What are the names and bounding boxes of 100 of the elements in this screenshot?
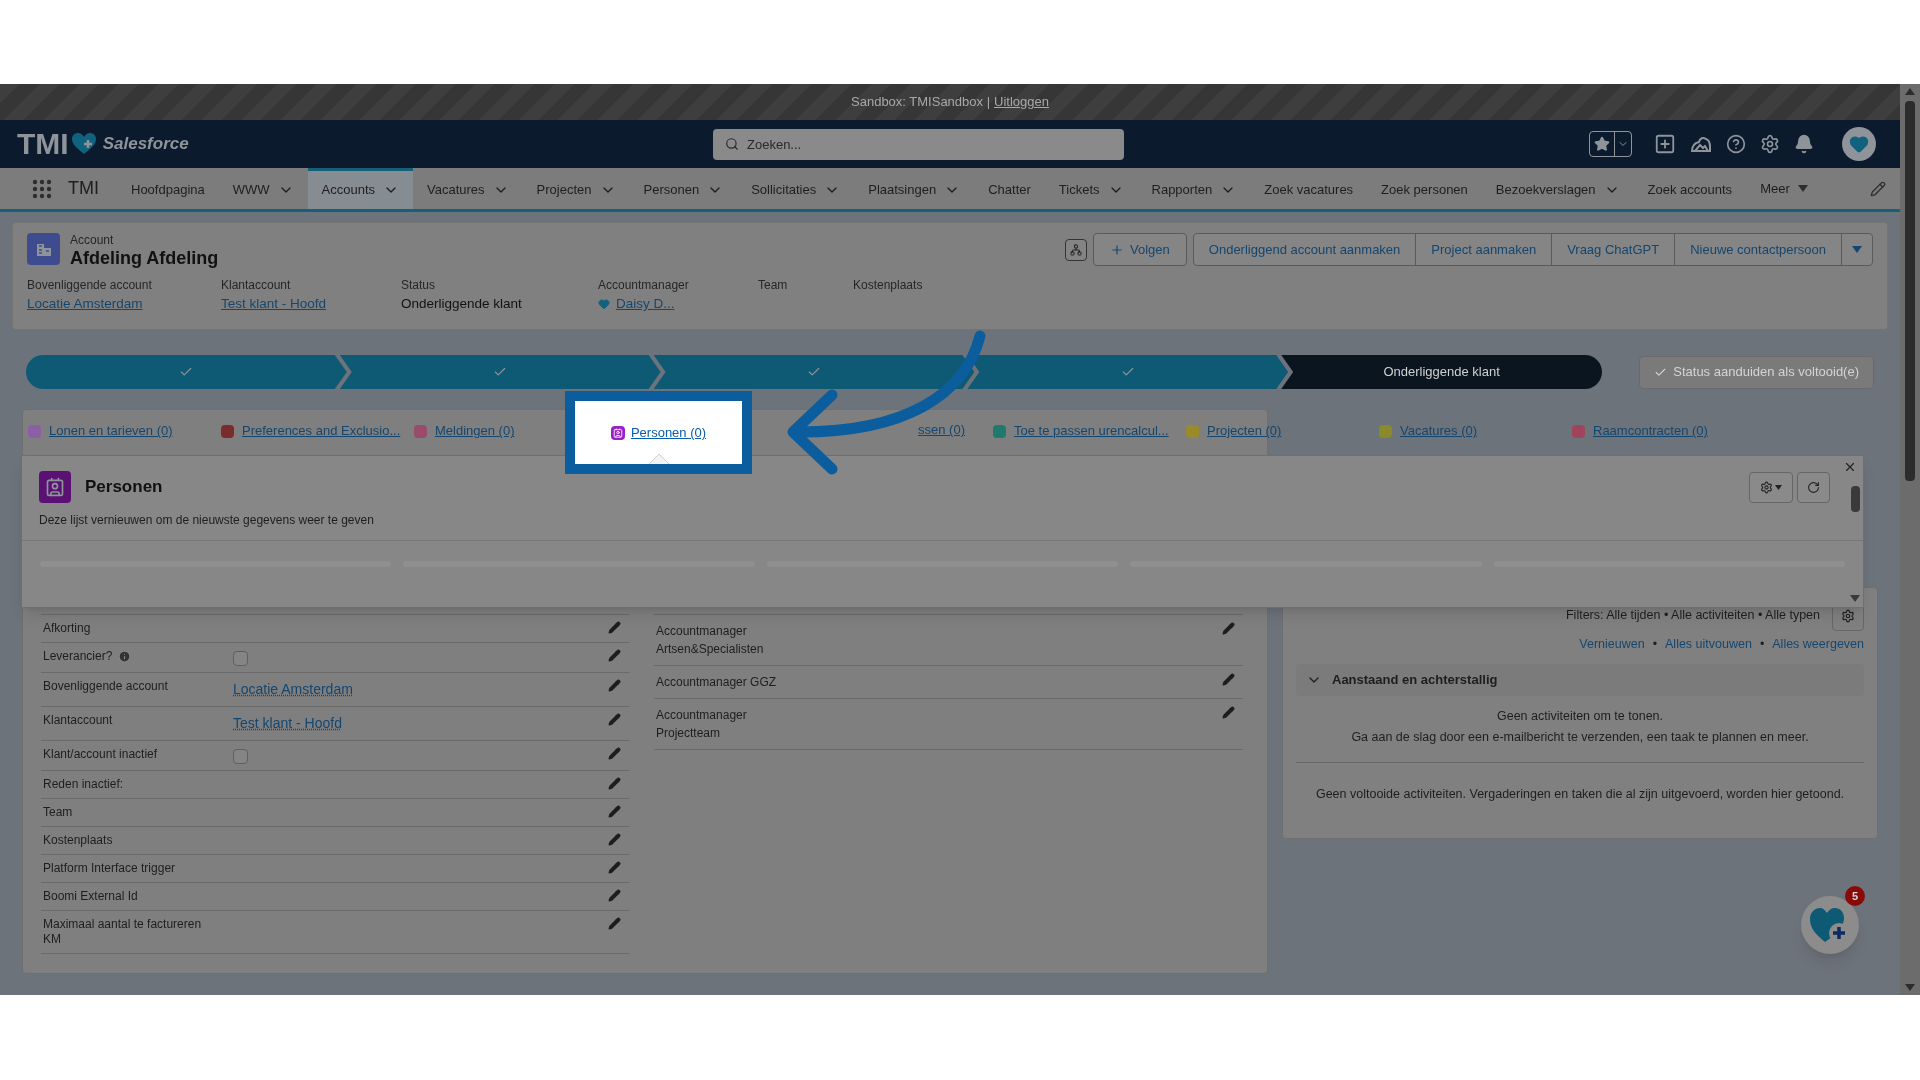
edit-icon[interactable] bbox=[608, 889, 621, 902]
nav-tab[interactable]: Zoek accounts bbox=[1633, 168, 1747, 209]
empty-message: Ga aan de slag door een e-mailbericht te verzenden, een taak te plannen en meer. bbox=[1351, 728, 1809, 746]
activity-link[interactable]: Vernieuwen bbox=[1579, 635, 1645, 654]
favorites-button[interactable] bbox=[1589, 131, 1632, 157]
activity-link[interactable]: Alles weergeven bbox=[1772, 635, 1864, 654]
field-label: Klant/account inactief bbox=[43, 747, 158, 762]
nav-tab[interactable]: Personen bbox=[629, 168, 738, 209]
edit-icon[interactable] bbox=[608, 777, 621, 790]
nav-tab[interactable]: Plaatsingen bbox=[854, 168, 975, 209]
contact-card-icon bbox=[39, 471, 71, 503]
edit-icon[interactable] bbox=[1222, 706, 1235, 719]
action-button[interactable]: Nieuwe contactpersoon bbox=[1675, 234, 1842, 265]
mark-status-complete-button: Status aanduiden als voltooid(e) bbox=[1639, 355, 1874, 389]
path-step[interactable]: Onderliggende klant bbox=[1281, 355, 1602, 389]
related-list-link[interactable]: Personen (0) bbox=[630, 422, 707, 443]
edit-nav-icon[interactable] bbox=[1870, 180, 1886, 197]
related-list-link[interactable]: ssen (0) bbox=[918, 420, 965, 442]
nav-tab[interactable]: Vacatures bbox=[413, 168, 523, 209]
field-value: Onderliggende klant bbox=[401, 295, 523, 313]
related-list-link[interactable]: Vacatures (0) bbox=[1400, 421, 1478, 441]
nav-tab[interactable]: Rapporten bbox=[1137, 168, 1251, 209]
related-list-link[interactable]: Preferences and Exclusio... bbox=[242, 421, 401, 441]
edit-icon[interactable] bbox=[608, 861, 621, 874]
field-label: Status bbox=[401, 277, 437, 293]
field-label: Accountmanager Artsen&Specialisten bbox=[655, 623, 765, 658]
action-button[interactable]: Onderliggend account aanmaken bbox=[1193, 234, 1417, 265]
scrollbar-thumb[interactable] bbox=[1850, 486, 1860, 512]
edit-icon[interactable] bbox=[608, 833, 621, 846]
heart-plus-icon bbox=[70, 132, 97, 156]
field-label: Accountmanager bbox=[598, 277, 690, 293]
field-link[interactable]: Locatie Amsterdam bbox=[233, 681, 353, 697]
edit-icon[interactable] bbox=[1222, 622, 1235, 635]
hierarchy-button[interactable] bbox=[1065, 238, 1088, 261]
field-label: Boomi External Id bbox=[43, 889, 138, 904]
related-list-link[interactable]: Toe te passen urencalcul... bbox=[1014, 421, 1169, 441]
edit-icon[interactable] bbox=[608, 649, 621, 662]
related-list-link[interactable]: Raamcontracten (0) bbox=[1593, 421, 1708, 441]
field-link[interactable]: Locatie Amsterdam bbox=[27, 293, 221, 315]
action-button[interactable]: Project aanmaken bbox=[1416, 234, 1553, 265]
star-icon bbox=[1594, 136, 1610, 152]
user-avatar[interactable] bbox=[1842, 127, 1876, 161]
app-name: TMI bbox=[68, 177, 99, 200]
activity-link[interactable]: Alles uitvouwen bbox=[1665, 635, 1752, 654]
section-header[interactable]: Aanstaand en achterstallig bbox=[1296, 663, 1864, 696]
add-icon[interactable] bbox=[1654, 133, 1676, 155]
nav-tab[interactable]: Chatter bbox=[974, 168, 1045, 209]
related-list-link[interactable]: Projecten (0) bbox=[1207, 421, 1282, 441]
field-label: Platform Interface trigger bbox=[43, 861, 176, 876]
edit-icon[interactable] bbox=[608, 917, 621, 930]
check-icon bbox=[1120, 365, 1135, 379]
edit-icon[interactable] bbox=[608, 679, 621, 692]
related-list-link[interactable]: Lonen en tarieven (0) bbox=[49, 421, 173, 441]
help-icon[interactable] bbox=[1726, 134, 1746, 154]
logo-text: TMI bbox=[17, 129, 69, 159]
edit-icon[interactable] bbox=[608, 747, 621, 760]
field-link[interactable]: Test klant - Hoofd bbox=[221, 293, 401, 315]
more-tab[interactable]: Meer bbox=[1746, 168, 1822, 209]
settings-icon bbox=[1841, 608, 1855, 623]
record-type: Account bbox=[70, 233, 115, 247]
edit-icon[interactable] bbox=[1222, 673, 1235, 686]
popover-subtitle: Deze lijst vernieuwen om de nieuwste gegevens weer te geven bbox=[39, 512, 375, 529]
nav-tab[interactable]: Zoek vacatures bbox=[1250, 168, 1368, 209]
nav-tab[interactable]: Zoek personen bbox=[1367, 168, 1482, 209]
settings-dropdown-button[interactable] bbox=[1749, 472, 1793, 503]
edit-icon[interactable] bbox=[608, 805, 621, 818]
nav-tab[interactable]: Projecten bbox=[522, 168, 630, 209]
nav-tab[interactable]: Bezoekverslagen bbox=[1481, 168, 1634, 209]
sandbox-label: Sandbox: TMISandbox | bbox=[851, 93, 991, 112]
scroll-up-icon[interactable] bbox=[1905, 88, 1915, 95]
notifications-icon[interactable] bbox=[1794, 134, 1814, 154]
edit-icon[interactable] bbox=[608, 621, 621, 634]
settings-icon[interactable] bbox=[1760, 134, 1780, 154]
field-label: Afkorting bbox=[43, 621, 91, 636]
field-label: Accountmanager GGZ bbox=[655, 674, 778, 691]
close-icon[interactable] bbox=[1843, 460, 1857, 474]
nav-tab[interactable]: Sollicitaties bbox=[737, 168, 855, 209]
scroll-down-icon[interactable] bbox=[1850, 595, 1860, 602]
separator-dot: • bbox=[1652, 636, 1658, 653]
logout-link[interactable]: Uitloggen bbox=[994, 92, 1049, 112]
related-list-link[interactable]: Meldingen (0) bbox=[435, 421, 515, 441]
scrollbar-thumb[interactable] bbox=[1905, 101, 1915, 481]
field-link[interactable]: Test klant - Hoofd bbox=[233, 715, 342, 731]
nav-tab[interactable]: Accounts bbox=[307, 168, 414, 209]
action-button[interactable]: Vraag ChatGPT bbox=[1552, 234, 1676, 265]
edit-icon[interactable] bbox=[608, 713, 621, 726]
heart-icon bbox=[598, 298, 610, 310]
nav-tab[interactable]: Hoofdpagina bbox=[117, 168, 219, 209]
follow-button[interactable]: Volgen bbox=[1094, 234, 1186, 265]
refresh-button[interactable] bbox=[1797, 472, 1830, 503]
user-link[interactable]: Daisy D... bbox=[616, 293, 675, 315]
nav-tab[interactable]: Tickets bbox=[1044, 168, 1138, 209]
search-field[interactable]: Zoeken... bbox=[713, 129, 1124, 160]
field-label: Team bbox=[758, 277, 789, 293]
scroll-down-icon[interactable] bbox=[1905, 984, 1915, 991]
nav-tab[interactable]: WWW bbox=[218, 168, 308, 209]
mountain-cloud-icon[interactable] bbox=[1690, 134, 1712, 154]
field-label: Bovenliggende account bbox=[43, 679, 168, 694]
field-label: Klantaccount bbox=[43, 713, 113, 728]
app-launcher-icon[interactable] bbox=[32, 178, 52, 199]
